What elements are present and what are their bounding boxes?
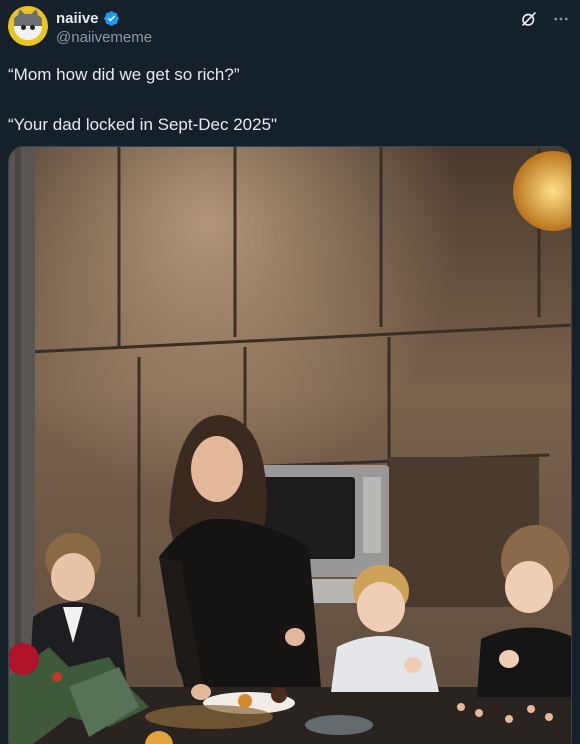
user-handle[interactable]: @naiivememe: [56, 29, 152, 46]
tweet-line-2: “Your dad locked in Sept-Dec 2025": [8, 115, 278, 134]
photo-illustration: [9, 147, 571, 744]
tweet-header: naiive @naiivememe: [8, 6, 572, 50]
tweet-text: “Mom how did we get so rich?” “Your dad …: [8, 64, 572, 136]
cat-eye-right: [30, 25, 35, 30]
verified-badge-icon: [103, 11, 119, 26]
tweet-photo[interactable]: [8, 146, 572, 744]
slashed-circle-icon[interactable]: [520, 10, 538, 28]
tweet-line-1: “Mom how did we get so rich?”: [8, 65, 240, 84]
cat-eye-left: [21, 25, 26, 30]
display-name[interactable]: naiive: [56, 10, 99, 27]
cat-fur-top: [14, 14, 42, 26]
more-horizontal-icon[interactable]: [552, 10, 570, 28]
name-row: naiive: [56, 10, 120, 27]
avatar[interactable]: [8, 6, 48, 46]
tweet-actions-top: [520, 10, 570, 28]
